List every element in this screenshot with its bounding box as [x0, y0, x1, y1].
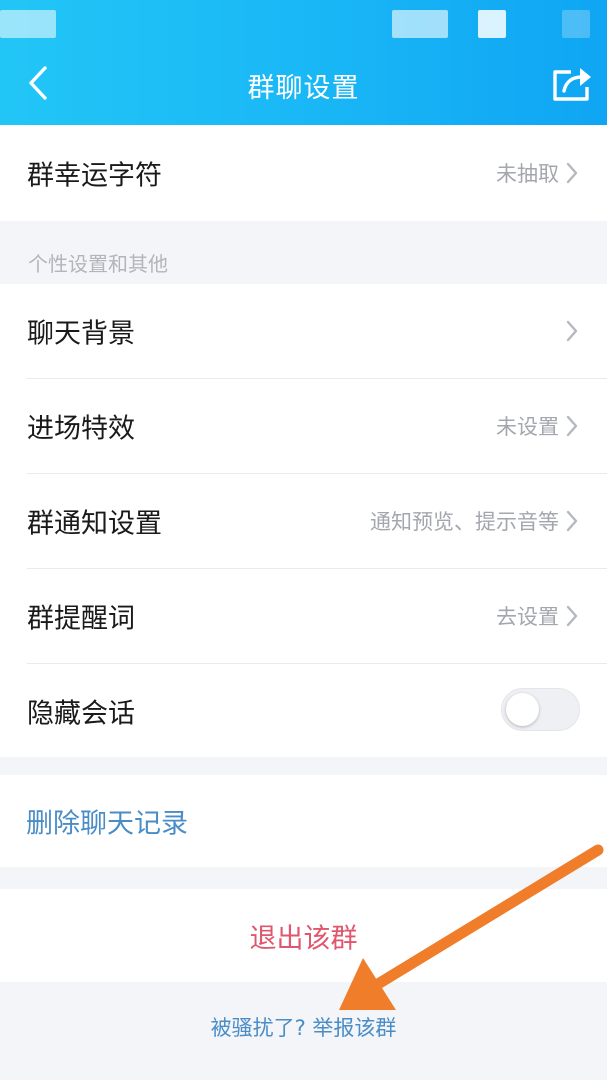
- chevron-right-icon: [566, 415, 578, 437]
- lucky-char-label: 群幸运字符: [27, 160, 162, 192]
- lucky-char-row[interactable]: 群幸运字符 未抽取: [0, 125, 607, 221]
- toggle-knob: [506, 693, 539, 726]
- reminder-word-value: 去设置: [496, 605, 559, 629]
- hide-chat-label: 隐藏会话: [27, 698, 135, 730]
- nav-header: 群聊设置: [0, 0, 607, 125]
- entrance-effect-label: 进场特效: [27, 413, 135, 445]
- chevron-right-icon: [566, 162, 578, 184]
- exit-group-label: 退出该群: [249, 923, 358, 954]
- delete-history-button[interactable]: 删除聊天记录: [0, 775, 607, 867]
- hide-chat-toggle[interactable]: [501, 688, 580, 731]
- notification-settings-label: 群通知设置: [27, 508, 162, 540]
- status-bar-blur: [0, 10, 56, 38]
- notification-settings-value: 通知预览、提示音等: [370, 510, 559, 534]
- status-bar-blur: [562, 10, 590, 38]
- report-group-link[interactable]: 被骚扰了? 举报该群: [0, 1012, 607, 1042]
- personal-settings-card: 聊天背景 进场特效 未设置 群通知设置 通知预览、提示音等 群提醒词 去设置 隐…: [0, 284, 607, 757]
- status-bar-blur: [478, 10, 506, 38]
- entrance-effect-row[interactable]: 进场特效 未设置: [0, 379, 607, 473]
- chat-background-row[interactable]: 聊天背景: [0, 284, 607, 378]
- chat-background-label: 聊天背景: [27, 318, 135, 350]
- lucky-char-card: 群幸运字符 未抽取: [0, 125, 607, 221]
- page-title: 群聊设置: [247, 73, 360, 104]
- share-button[interactable]: [548, 62, 596, 106]
- notification-settings-row[interactable]: 群通知设置 通知预览、提示音等: [0, 474, 607, 568]
- chevron-right-icon: [566, 510, 578, 532]
- reminder-word-label: 群提醒词: [27, 603, 135, 635]
- chevron-right-icon: [566, 320, 578, 342]
- status-bar-blur: [392, 10, 448, 38]
- exit-group-card: 退出该群: [0, 889, 607, 982]
- chevron-right-icon: [566, 605, 578, 627]
- exit-group-button[interactable]: 退出该群: [0, 889, 607, 982]
- delete-history-card: 删除聊天记录: [0, 775, 607, 867]
- section-label: 个性设置和其他: [28, 252, 168, 276]
- lucky-char-value: 未抽取: [496, 162, 559, 186]
- entrance-effect-value: 未设置: [496, 415, 559, 439]
- reminder-word-row[interactable]: 群提醒词 去设置: [0, 569, 607, 663]
- delete-history-label: 删除聊天记录: [26, 808, 188, 840]
- share-icon: [553, 68, 591, 101]
